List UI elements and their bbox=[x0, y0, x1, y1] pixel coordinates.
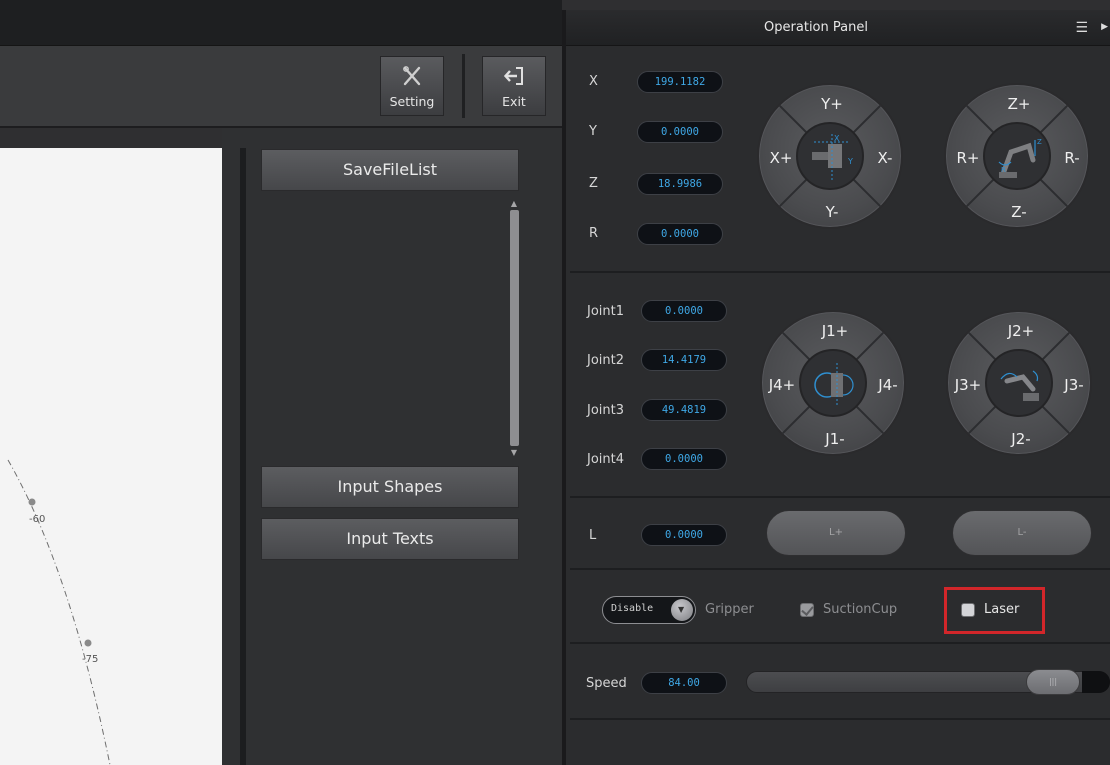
zr-jog-dial: Z+ Z- R+ R- ZR bbox=[944, 83, 1090, 229]
suction-cup-checkbox[interactable] bbox=[800, 603, 814, 617]
zr-robot-arm-icon: ZR bbox=[983, 122, 1051, 190]
operation-panel-header: Operation Panel ☰ ▶ bbox=[566, 10, 1110, 46]
xy-robot-icon: XY bbox=[796, 122, 864, 190]
l-plus-button[interactable]: L+ bbox=[766, 510, 906, 556]
joint2-value: 14.4179 bbox=[641, 349, 727, 371]
title-strip bbox=[0, 0, 562, 46]
j4-plus-button[interactable]: J4+ bbox=[762, 376, 802, 394]
r-plus-button[interactable]: R+ bbox=[948, 149, 988, 167]
j3-plus-button[interactable]: J3+ bbox=[948, 376, 988, 394]
exit-label: Exit bbox=[502, 94, 526, 109]
speed-slider-handle[interactable]: ||| bbox=[1026, 669, 1080, 695]
collapse-arrow-icon[interactable]: ▶ bbox=[1101, 22, 1108, 32]
scroll-down-icon[interactable]: ▼ bbox=[508, 449, 520, 457]
exit-button[interactable]: Exit bbox=[482, 56, 546, 116]
scroll-up-icon[interactable]: ▲ bbox=[508, 200, 520, 208]
save-file-list-button[interactable]: SaveFileList bbox=[261, 149, 519, 191]
joint1-value: 0.0000 bbox=[641, 300, 727, 322]
j4-minus-button[interactable]: J4- bbox=[868, 376, 904, 394]
x-plus-button[interactable]: X+ bbox=[761, 149, 801, 167]
z-minus-button[interactable]: Z- bbox=[999, 203, 1039, 221]
tools-icon bbox=[381, 65, 443, 92]
arc-mark-label: -60 bbox=[29, 514, 46, 525]
j1-j4-robot-icon bbox=[799, 349, 867, 417]
l-value: 0.0000 bbox=[641, 524, 727, 546]
exit-icon bbox=[483, 65, 545, 92]
j1-minus-button[interactable]: J1- bbox=[815, 430, 855, 448]
x-value: 199.1182 bbox=[637, 71, 723, 93]
y-minus-button[interactable]: Y- bbox=[812, 203, 852, 221]
arc-mark-label: -75 bbox=[82, 654, 99, 665]
chevron-down-icon: ▼ bbox=[678, 605, 685, 614]
r-value: 0.0000 bbox=[637, 223, 723, 245]
svg-text:Y: Y bbox=[847, 157, 853, 166]
xy-jog-dial: Y+ Y- X+ X- XY bbox=[757, 83, 903, 229]
svg-text:X: X bbox=[834, 134, 840, 143]
speed-label: Speed bbox=[586, 676, 627, 691]
x-label: X bbox=[589, 74, 598, 89]
svg-text:Z: Z bbox=[1037, 138, 1042, 146]
joint3-label: Joint3 bbox=[587, 403, 625, 418]
l-label: L bbox=[589, 528, 597, 543]
y-value: 0.0000 bbox=[637, 121, 723, 143]
laser-checkbox[interactable] bbox=[961, 603, 975, 617]
menu-icon[interactable]: ☰ bbox=[1075, 20, 1088, 36]
j1-j4-jog-dial: J1+ J1- J4+ J4- bbox=[760, 310, 906, 456]
suction-cup-label: SuctionCup bbox=[823, 602, 898, 617]
toggle-state-text: Disable bbox=[611, 603, 654, 614]
input-shapes-button[interactable]: Input Shapes bbox=[261, 466, 519, 508]
joint1-label: Joint1 bbox=[587, 304, 625, 319]
j2-j3-robot-arm-icon bbox=[985, 349, 1053, 417]
panel-title: Operation Panel bbox=[764, 20, 868, 35]
z-plus-button[interactable]: Z+ bbox=[999, 95, 1039, 113]
joint4-value: 0.0000 bbox=[641, 448, 727, 470]
r-minus-button[interactable]: R- bbox=[1052, 149, 1088, 167]
file-list-scrollbar[interactable]: ▲ ▼ bbox=[507, 200, 521, 458]
workspace-arc bbox=[7, 459, 111, 765]
speed-value: 84.00 bbox=[641, 672, 727, 694]
y-label: Y bbox=[589, 124, 597, 139]
laser-label: Laser bbox=[984, 602, 1020, 617]
j2-minus-button[interactable]: J2- bbox=[1001, 430, 1041, 448]
app-window: Setting Exit -60 -75 SaveFileList ▲ ▼ In… bbox=[0, 0, 1110, 765]
toggle-knob: ▼ bbox=[671, 599, 693, 621]
z-value: 18.9986 bbox=[637, 173, 723, 195]
j1-plus-button[interactable]: J1+ bbox=[815, 322, 855, 340]
scroll-thumb[interactable] bbox=[510, 210, 519, 446]
panel-divider[interactable] bbox=[240, 148, 246, 765]
joint3-value: 49.4819 bbox=[641, 399, 727, 421]
file-list[interactable] bbox=[261, 192, 519, 462]
gripper-toggle[interactable]: Disable ▼ bbox=[602, 596, 696, 624]
main-toolbar: Setting Exit bbox=[0, 46, 562, 128]
joint2-label: Joint2 bbox=[587, 353, 625, 368]
drawing-canvas[interactable]: -60 -75 bbox=[0, 148, 222, 765]
r-label: R bbox=[589, 226, 599, 241]
y-plus-button[interactable]: Y+ bbox=[812, 95, 852, 113]
j3-minus-button[interactable]: J3- bbox=[1054, 376, 1090, 394]
input-texts-button[interactable]: Input Texts bbox=[261, 518, 519, 560]
z-label: Z bbox=[589, 176, 598, 191]
x-minus-button[interactable]: X- bbox=[865, 149, 901, 167]
gripper-label: Gripper bbox=[705, 602, 754, 617]
j2-j3-jog-dial: J2+ J2- J3+ J3- bbox=[946, 310, 1092, 456]
j2-plus-button[interactable]: J2+ bbox=[1001, 322, 1041, 340]
speed-slider-remainder bbox=[1082, 671, 1110, 693]
setting-label: Setting bbox=[389, 94, 435, 109]
svg-text:R: R bbox=[1001, 166, 1006, 174]
setting-button[interactable]: Setting bbox=[380, 56, 444, 116]
toolbar-separator bbox=[462, 54, 465, 118]
l-minus-button[interactable]: L- bbox=[952, 510, 1092, 556]
joint4-label: Joint4 bbox=[587, 452, 625, 467]
